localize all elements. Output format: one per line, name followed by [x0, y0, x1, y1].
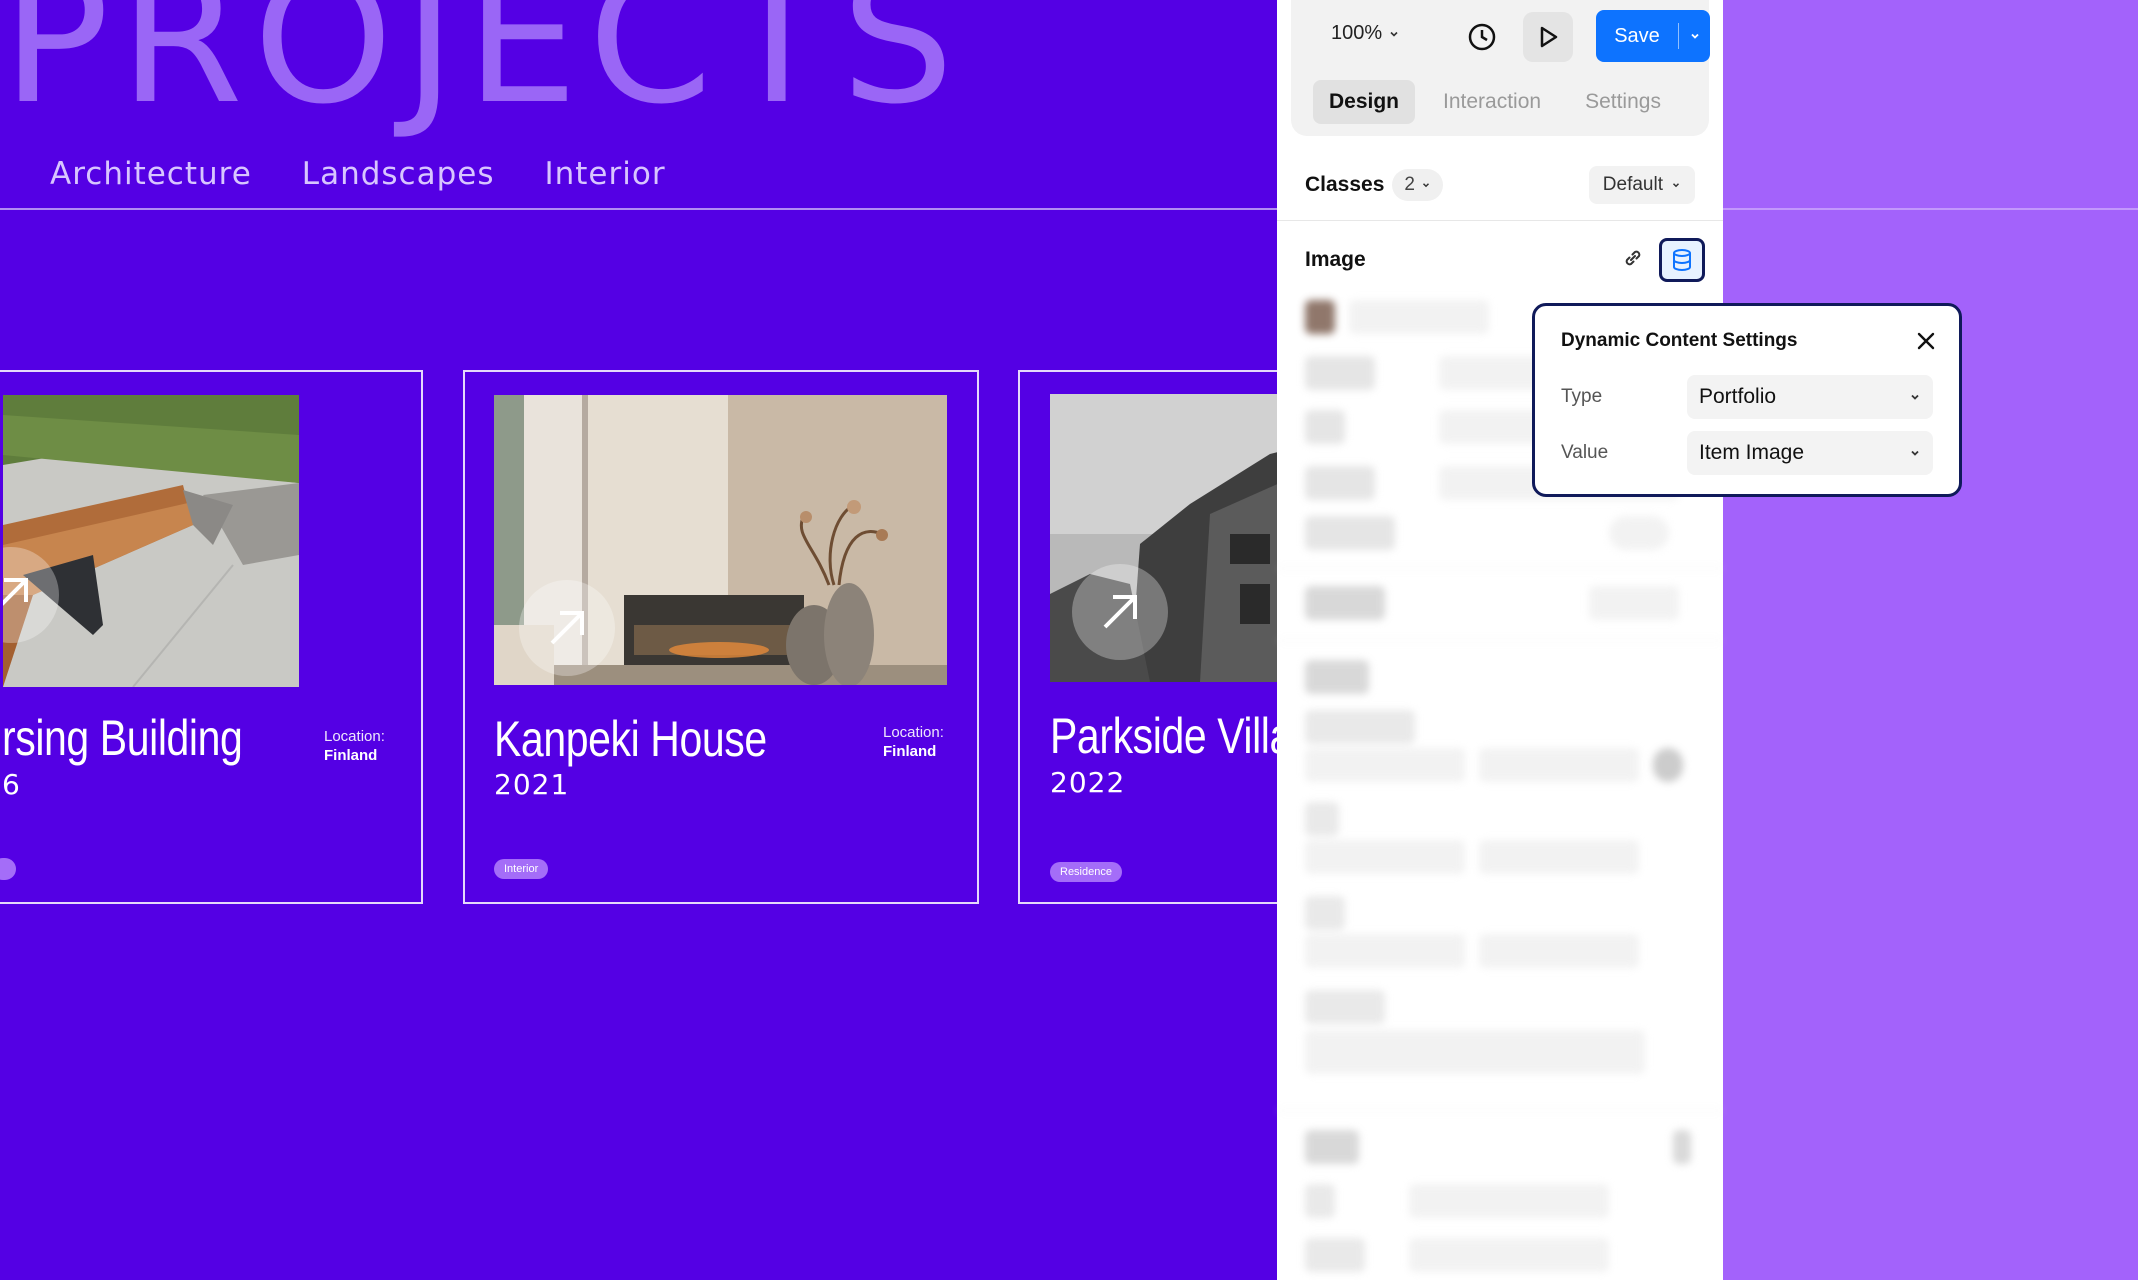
location-value: Finland [324, 747, 378, 764]
properties-panel: 100% Save Design Interaction Settings Cl… [1277, 0, 1723, 1280]
section-divider [1277, 568, 1723, 569]
location-value: Finland [883, 743, 937, 760]
project-photo-bench [3, 395, 299, 687]
panel-tabs: Design Interaction Settings [1313, 80, 1689, 124]
save-button[interactable]: Save [1596, 10, 1710, 62]
zoom-select[interactable]: 100% [1331, 22, 1400, 45]
canvas-right-area [1723, 0, 2138, 1280]
type-row: Type Portfolio [1561, 375, 1933, 419]
section-divider [1277, 1110, 1723, 1111]
state-select[interactable]: Default [1588, 166, 1695, 204]
nav-link-landscapes[interactable]: Landscapes [302, 156, 495, 192]
blurred-row [1305, 802, 1339, 836]
classes-row: Classes 2 Default [1305, 164, 1695, 206]
tab-interaction[interactable]: Interaction [1427, 80, 1557, 124]
dynamic-content-button[interactable] [1659, 238, 1705, 282]
value-label: Value [1561, 442, 1609, 463]
preview-play-icon[interactable] [1523, 12, 1573, 62]
blurred-row [1305, 896, 1345, 930]
dynamic-content-popup: Dynamic Content Settings Type Portfolio … [1532, 303, 1962, 497]
project-tag: Residence [1050, 862, 1122, 882]
nav-link-architecture[interactable]: Architecture [50, 156, 252, 192]
state-select-value: Default [1602, 174, 1663, 195]
website-canvas[interactable]: PROJECTS Architecture Landscapes Interio… [0, 0, 1277, 1280]
location-label: Location: [883, 724, 944, 741]
blurred-row [1305, 748, 1683, 782]
project-card[interactable]: Parkside Villa 2022 Residence [1018, 370, 1277, 904]
image-section-header: Image [1305, 238, 1705, 282]
open-project-button[interactable] [1072, 564, 1168, 660]
chevron-down-icon [1390, 31, 1398, 37]
classes-count: 2 [1404, 174, 1415, 195]
project-year: 2021 [494, 768, 570, 801]
save-button-label: Save [1614, 24, 1660, 47]
classes-label: Classes [1305, 173, 1385, 196]
value-select-value: Item Image [1699, 441, 1805, 464]
category-nav: Architecture Landscapes Interior [50, 156, 666, 192]
image-section-label: Image [1305, 248, 1366, 271]
blurred-row [1305, 516, 1669, 550]
blurred-row [1305, 300, 1489, 334]
link-icon[interactable] [1621, 246, 1645, 275]
type-select[interactable]: Portfolio [1687, 375, 1933, 419]
chevron-down-icon [1911, 394, 1919, 400]
project-tag [0, 858, 16, 880]
blurred-row [1305, 1030, 1645, 1074]
blurred-row [1305, 1238, 1609, 1272]
project-tag: Interior [494, 859, 549, 879]
blurred-row [1305, 586, 1679, 620]
project-photo-fireplace [494, 395, 947, 685]
hero-title: PROJECTS [2, 0, 965, 143]
project-location: Location: Finland [883, 723, 944, 761]
popup-title: Dynamic Content Settings [1561, 330, 1798, 351]
blurred-row [1305, 660, 1369, 694]
blurred-row [1305, 934, 1639, 968]
nav-divider [0, 208, 1277, 210]
blurred-row [1305, 840, 1639, 874]
close-icon[interactable] [1913, 328, 1939, 354]
blurred-row [1305, 990, 1385, 1024]
value-select[interactable]: Item Image [1687, 431, 1933, 475]
tab-settings[interactable]: Settings [1569, 80, 1677, 124]
section-divider [1277, 220, 1723, 221]
database-icon [1673, 249, 1691, 271]
blurred-row [1305, 1184, 1609, 1218]
blurred-row [1305, 710, 1415, 744]
chevron-down-icon[interactable] [1679, 30, 1710, 42]
type-select-value: Portfolio [1699, 385, 1777, 408]
chevron-down-icon [1422, 183, 1430, 188]
history-icon[interactable] [1457, 12, 1507, 62]
project-title: Parkside Villa [1050, 708, 1277, 764]
classes-count-select[interactable]: 2 [1392, 169, 1443, 201]
project-title: rsing Building [2, 710, 243, 766]
project-photo-villa [1050, 394, 1277, 682]
nav-divider-right [1723, 208, 2138, 210]
project-location: Location: Finland [324, 727, 385, 765]
location-label: Location: [324, 728, 385, 745]
project-card[interactable]: rsing Building 6 Location: Finland [0, 370, 423, 904]
chevron-down-icon [1911, 450, 1919, 456]
project-year: 2022 [1050, 766, 1126, 799]
chevron-down-icon [1672, 183, 1680, 188]
project-card[interactable]: Kanpeki House 2021 Location: Finland Int… [463, 370, 979, 904]
tab-design[interactable]: Design [1313, 80, 1416, 124]
project-title: Kanpeki House [494, 711, 767, 767]
type-label: Type [1561, 386, 1603, 407]
panel-toolbar: 100% Save Design Interaction Settings [1291, 0, 1710, 136]
open-project-button[interactable] [519, 580, 615, 676]
zoom-value: 100% [1331, 22, 1383, 44]
nav-link-interior[interactable]: Interior [544, 156, 665, 192]
section-divider [1277, 640, 1723, 641]
project-year: 6 [2, 768, 21, 801]
value-row: Value Item Image [1561, 431, 1933, 475]
blurred-row [1305, 1130, 1691, 1164]
